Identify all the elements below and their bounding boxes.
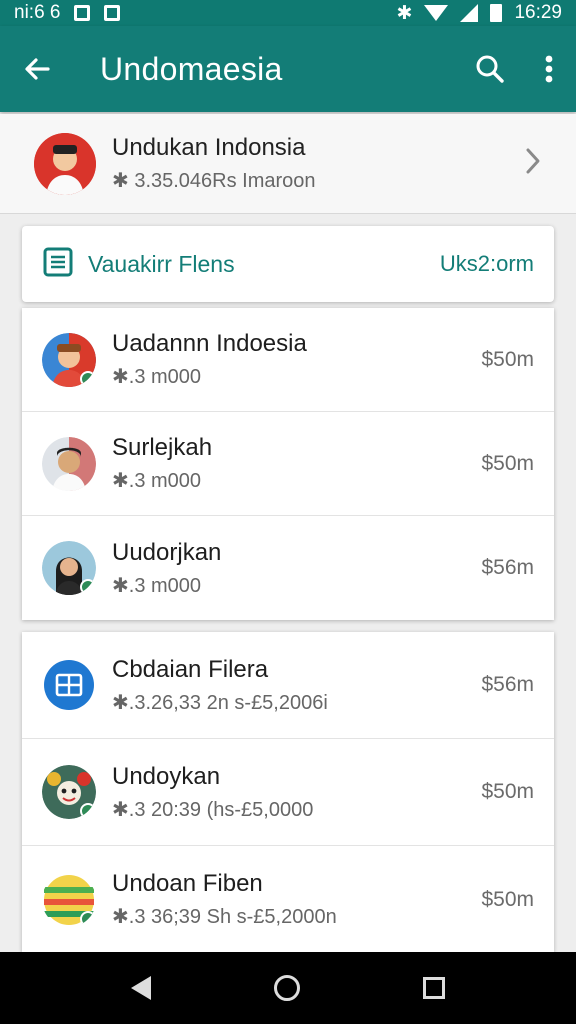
notification-icon-2 — [104, 5, 121, 21]
status-time-right: 16:29 — [514, 2, 562, 23]
item-subtitle: ✱.3 m000 — [112, 574, 202, 597]
document-icon — [42, 246, 74, 283]
bluetooth-icon: ✱ — [396, 2, 413, 24]
list-group-1: Uadannn Indoesia ✱.3 m000 $50m Surlejkah… — [22, 308, 554, 620]
item-title: Undoykan — [112, 762, 221, 790]
section-action-link[interactable]: Uks2:orm — [440, 251, 534, 277]
notification-icon — [74, 5, 91, 21]
item-title: Surlejkah — [112, 434, 213, 461]
nav-home-icon[interactable] — [273, 975, 300, 1001]
app-bar: Undomaesia — [0, 26, 576, 112]
signal-icon — [460, 4, 479, 22]
list-item[interactable]: Undoan Fiben ✱.3 36;39 Sh s-£5,2000n $50… — [22, 846, 554, 953]
arrow-left-icon[interactable] — [22, 54, 52, 84]
avatar — [42, 541, 96, 595]
system-nav-bar — [0, 952, 576, 1024]
search-icon[interactable] — [474, 53, 506, 85]
item-subtitle: ✱.3 m000 — [112, 470, 202, 492]
avatar — [42, 332, 96, 387]
grid-app-icon — [42, 658, 96, 712]
profile-name: Undukan Indonsia — [112, 134, 306, 161]
status-bar: ni:6 6 ✱ 16:29 — [0, 0, 576, 26]
more-vert-icon[interactable] — [544, 54, 554, 84]
badge-icon — [80, 910, 96, 927]
list-item[interactable]: Surlejkah ✱.3 m000 $50m — [22, 412, 554, 516]
profile-avatar — [34, 132, 96, 195]
list-item[interactable]: Uudorjkan ✱.3 m000 $56m — [22, 516, 554, 620]
item-subtitle: ✱.3.26,33 2n s-£5,2006i — [112, 691, 328, 714]
section-title: Vauakirr Flens — [88, 250, 235, 277]
app-title: Undomaesia — [100, 50, 283, 87]
item-amount: $50m — [481, 887, 534, 911]
item-amount: $50m — [481, 347, 534, 371]
section-header: Vauakirr Flens Uks2:orm — [22, 226, 554, 302]
item-title: Undoan Fiben — [112, 870, 263, 897]
item-title: Cbdaian Filera — [112, 655, 269, 683]
avatar — [42, 873, 96, 927]
nav-back-icon[interactable] — [131, 976, 152, 1000]
list-item[interactable]: Uadannn Indoesia ✱.3 m000 $50m — [22, 308, 554, 412]
item-amount: $56m — [481, 556, 534, 579]
badge-icon — [80, 370, 96, 387]
avatar — [42, 436, 96, 491]
badge-icon — [80, 579, 96, 595]
list-item[interactable]: Undoykan ✱.3 20:39 (hs-£5,0000 $50m — [22, 739, 554, 846]
battery-icon — [490, 4, 503, 22]
chevron-right-icon[interactable] — [524, 146, 542, 181]
profile-subtitle: ✱ 3.35.046Rs Imaroon — [112, 170, 316, 192]
avatar — [42, 765, 96, 819]
list-item[interactable]: Cbdaian Filera ✱.3.26,33 2n s-£5,2006i $… — [22, 632, 554, 739]
item-subtitle: ✱.3 m000 — [112, 366, 202, 388]
status-time-left: ni:6 6 — [14, 2, 61, 23]
item-amount: $56m — [481, 673, 534, 696]
badge-icon — [80, 803, 96, 819]
item-subtitle: ✱.3 36;39 Sh s-£5,2000n — [112, 906, 337, 928]
item-amount: $50m — [481, 780, 534, 803]
item-subtitle: ✱.3 20:39 (hs-£5,0000 — [112, 798, 314, 821]
nav-recents-icon[interactable] — [422, 977, 445, 999]
item-title: Uadannn Indoesia — [112, 330, 307, 357]
item-amount: $50m — [481, 451, 534, 475]
list-group-2: Cbdaian Filera ✱.3.26,33 2n s-£5,2006i $… — [22, 632, 554, 952]
item-title: Uudorjkan — [112, 538, 222, 566]
wifi-icon — [424, 5, 449, 21]
profile-header[interactable]: Undukan Indonsia ✱ 3.35.046Rs Imaroon — [0, 114, 576, 214]
